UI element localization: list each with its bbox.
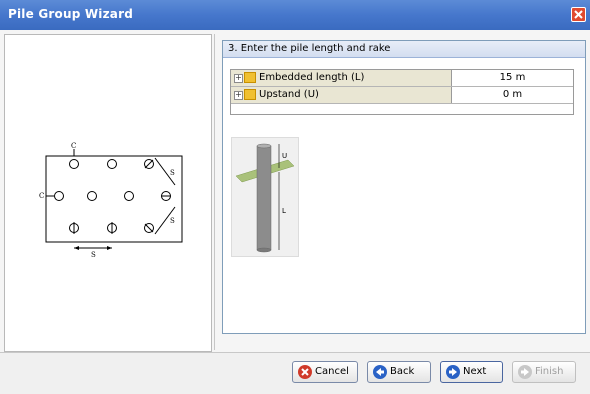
pile-length-figure: U L [231,137,299,257]
property-label: Upstand (U) [259,89,319,100]
pile-layout-diagram: C C S S S [39,142,183,259]
back-arrow-icon [373,365,387,379]
finish-arrow-icon [518,365,532,379]
property-icon [244,72,256,83]
back-label: Back [390,366,415,377]
pile-layout-panel: C C S S S [4,34,212,352]
property-value-embedded-length[interactable]: 15 m [452,70,573,86]
expand-icon[interactable]: + [234,74,243,83]
c-left-label: C [39,192,44,200]
finish-button[interactable]: Finish [512,361,576,383]
close-icon [574,10,583,19]
s-label-right-bottom: S [170,217,175,225]
step-header: 3. Enter the pile length and rake [223,41,585,58]
next-button[interactable]: Next [440,361,503,383]
property-icon [244,89,256,100]
button-bar: Cancel Back Next Finish [0,352,590,394]
c-top-label: C [71,142,76,150]
length-label: L [282,207,286,215]
window-title: Pile Group Wizard [8,7,133,21]
s-label-bottom: S [91,251,96,259]
property-row-embedded-length[interactable]: + Embedded length (L) 15 m [231,70,573,87]
cancel-icon [298,365,312,379]
expand-icon[interactable]: + [234,91,243,100]
cancel-label: Cancel [315,366,349,377]
pile-diagram: U L [235,143,295,253]
pane-splitter[interactable] [214,34,215,350]
property-label: Embedded length (L) [259,72,365,83]
close-button[interactable] [571,7,586,22]
back-button[interactable]: Back [367,361,431,383]
finish-label: Finish [535,366,564,377]
next-label: Next [463,366,487,377]
upstand-label: U [282,152,287,160]
step-panel: 3. Enter the pile length and rake + Embe… [222,40,586,334]
property-row-upstand[interactable]: + Upstand (U) 0 m [231,87,573,104]
property-value-upstand[interactable]: 0 m [452,87,573,103]
wizard-body: C C S S S 3. Enter the pile length and r… [0,30,590,394]
property-grid: + Embedded length (L) 15 m + Upstand (U)… [230,69,574,115]
property-label-cell: + Upstand (U) [231,87,452,103]
pile-group-wizard-window: Pile Group Wizard C C S S S 3. Enter the… [0,0,590,394]
step-title: 3. Enter the pile length and rake [228,43,391,54]
title-bar: Pile Group Wizard [0,0,590,30]
property-label-cell: + Embedded length (L) [231,70,452,86]
s-label-right-top: S [170,169,175,177]
next-arrow-icon [446,365,460,379]
cancel-button[interactable]: Cancel [292,361,358,383]
